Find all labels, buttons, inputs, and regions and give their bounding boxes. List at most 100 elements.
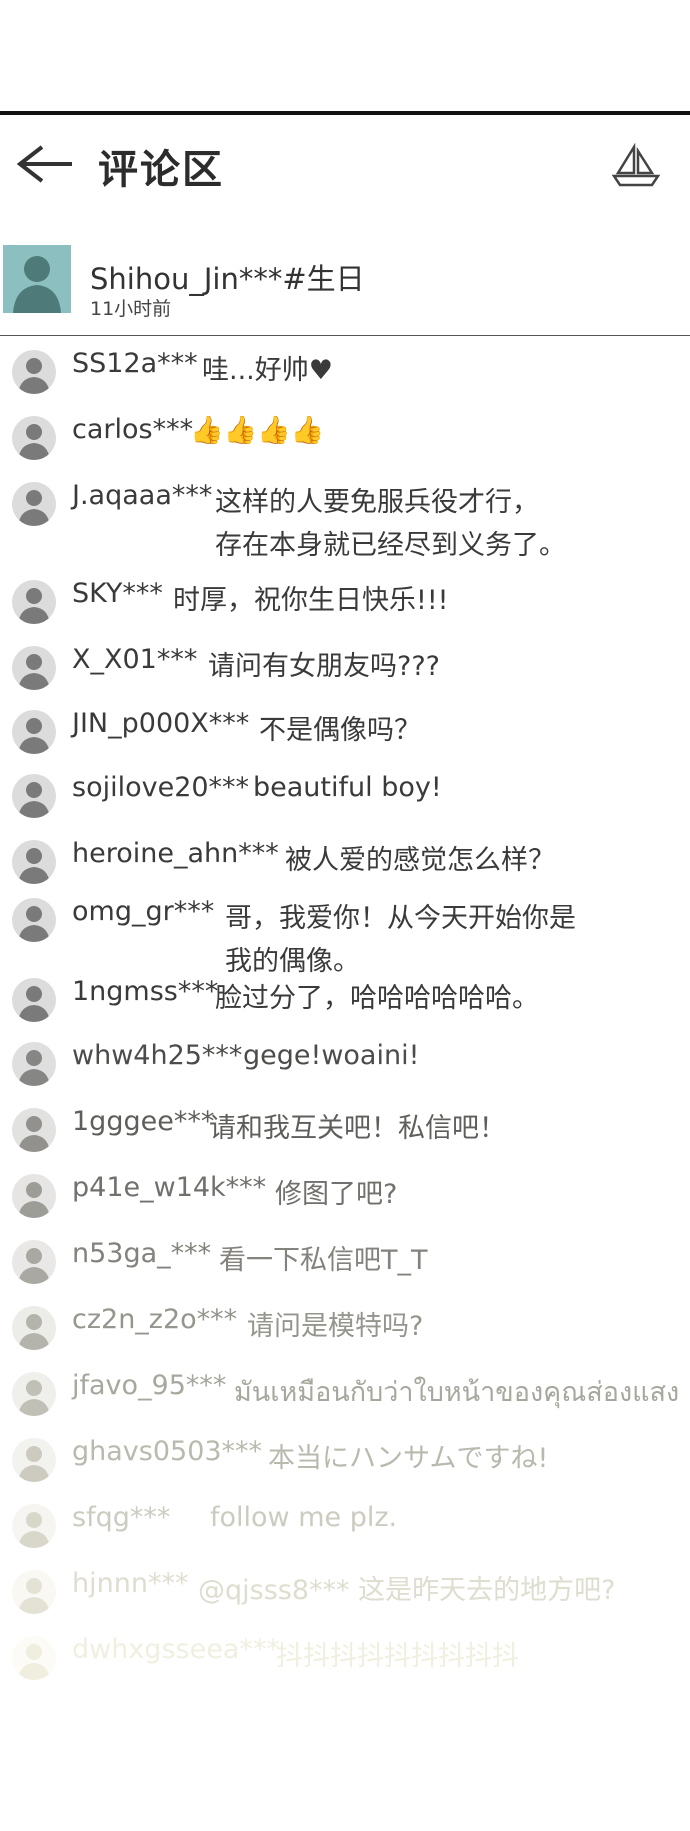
comment-text-line: 不是偶像吗？: [259, 715, 421, 746]
commenter-username[interactable]: J.aqaaa***: [72, 480, 212, 511]
comment-text-line: @qjsss8*** 这是昨天去的地方吧?: [198, 1575, 616, 1606]
comment-text: มันเหมือนกับว่าใบหน้าของคุณส่องแสง: [234, 1370, 679, 1413]
comment-text-line: 这样的人要免服兵役才行，: [215, 487, 539, 518]
commenter-username[interactable]: carlos***: [72, 414, 193, 445]
comment-text: 这样的人要免服兵役才行， 存在本身就已经尽到义务了。: [215, 480, 566, 562]
person-icon: [12, 1438, 56, 1482]
person-icon: [12, 1372, 56, 1416]
commenter-avatar[interactable]: [12, 840, 56, 884]
commenter-username[interactable]: sojilove20***: [72, 772, 249, 803]
commenter-username[interactable]: omg_gr***: [72, 896, 214, 927]
commenter-username[interactable]: p41e_w14k***: [72, 1172, 266, 1203]
comment-text-line: 我的偶像。: [225, 946, 360, 977]
comment-text-line: 抖抖抖抖抖抖抖抖抖: [276, 1641, 519, 1672]
page-title: 评论区: [98, 147, 224, 193]
person-icon: [12, 1504, 56, 1548]
commenter-username[interactable]: jfavo_95***: [72, 1370, 226, 1401]
post-timestamp: 11小时前: [90, 298, 172, 320]
commenter-avatar[interactable]: [12, 1570, 56, 1614]
comment-text: @qjsss8*** 这是昨天去的地方吧?: [198, 1568, 615, 1607]
arrow-left-icon[interactable]: [12, 139, 74, 189]
commenter-avatar[interactable]: [12, 1636, 56, 1680]
person-icon: [12, 774, 56, 818]
comment-text: 时厚，祝你生日快乐!!!: [173, 578, 448, 617]
person-icon: [12, 1174, 56, 1218]
commenter-avatar[interactable]: [12, 1372, 56, 1416]
comment-text-line: follow me plz.: [210, 1502, 398, 1533]
person-icon: [12, 350, 56, 394]
commenter-username[interactable]: dwhxgsseea***: [72, 1634, 280, 1665]
commenter-username[interactable]: 1gggee***: [72, 1106, 214, 1137]
comment-text-line: 时厚，祝你生日快乐!!!: [173, 585, 449, 616]
comment-text: 本当にハンサムですね!: [268, 1436, 548, 1475]
comment-text-line: 被人爱的感觉怎么样？: [285, 845, 555, 876]
commenter-username[interactable]: cz2n_z2o***: [72, 1304, 237, 1335]
commenter-username[interactable]: heroine_ahn***: [72, 838, 279, 869]
commenter-avatar[interactable]: [12, 416, 56, 460]
comment-text-line: มันเหมือนกับว่าใบหน้าของคุณส่องแสง: [234, 1377, 680, 1408]
commenter-username[interactable]: 1ngmss***: [72, 976, 218, 1007]
person-icon: [12, 482, 56, 526]
commenter-avatar[interactable]: [12, 1174, 56, 1218]
person-icon: [12, 1240, 56, 1284]
person-icon: [12, 978, 56, 1022]
commenter-username[interactable]: SS12a***: [72, 348, 198, 379]
comment-text-line: 存在本身就已经尽到义务了。: [215, 530, 566, 561]
commenter-avatar[interactable]: [12, 482, 56, 526]
comment-text-line: 修图了吧?: [275, 1179, 398, 1210]
comment-text-line: 请问是模特吗?: [247, 1311, 424, 1342]
person-icon: [12, 1570, 56, 1614]
commenter-avatar[interactable]: [12, 1240, 56, 1284]
person-icon: [12, 1636, 56, 1680]
comment-text: 看一下私信吧T_T: [219, 1238, 428, 1277]
comment-text-line: 请问有女朋友吗???: [208, 651, 440, 682]
commenter-avatar[interactable]: [12, 1504, 56, 1548]
comment-text: 修图了吧?: [275, 1172, 397, 1211]
sailboat-icon[interactable]: [612, 143, 660, 191]
commenter-avatar[interactable]: [12, 978, 56, 1022]
person-icon: [3, 245, 71, 313]
comment-text-line: 哥，我爱你！从今天开始你是: [225, 903, 576, 934]
commenter-username[interactable]: whw4h25***: [72, 1040, 242, 1071]
commenter-username[interactable]: n53ga_***: [72, 1238, 211, 1269]
commenter-avatar[interactable]: [12, 646, 56, 690]
person-icon: [12, 1306, 56, 1350]
comment-text-line: 看一下私信吧T_T: [219, 1245, 428, 1276]
commenter-username[interactable]: JIN_p000X***: [72, 708, 249, 739]
commenter-avatar[interactable]: [12, 898, 56, 942]
person-icon: [12, 710, 56, 754]
commenter-avatar[interactable]: [12, 1438, 56, 1482]
comment-text-line: gege!woaini!: [243, 1040, 420, 1071]
commenter-avatar[interactable]: [12, 350, 56, 394]
person-icon: [12, 1108, 56, 1152]
comment-text-line: beautiful boy!: [253, 772, 442, 803]
person-icon: [12, 898, 56, 942]
commenter-username[interactable]: sfqg***: [72, 1502, 170, 1533]
comment-text: gege!woaini!: [243, 1040, 419, 1071]
comment-text: 不是偶像吗？: [259, 708, 421, 747]
comment-text-line: 哇...好帅♥: [202, 355, 333, 386]
commenter-avatar[interactable]: [12, 1306, 56, 1350]
post-username[interactable]: Shihou_Jin***#生日: [90, 256, 365, 298]
commenter-avatar[interactable]: [12, 710, 56, 754]
commenter-username[interactable]: hjnnn***: [72, 1568, 188, 1599]
commenter-avatar[interactable]: [12, 1108, 56, 1152]
comment-text: 哥，我爱你！从今天开始你是 我的偶像。: [225, 896, 576, 978]
commenter-username[interactable]: SKY***: [72, 578, 163, 609]
comment-text: 哇...好帅♥: [202, 348, 333, 387]
person-icon: [12, 1042, 56, 1086]
comment-text: 抖抖抖抖抖抖抖抖抖: [276, 1634, 519, 1673]
commenter-avatar[interactable]: [12, 580, 56, 624]
commenter-username[interactable]: ghavs0503***: [72, 1436, 262, 1467]
comment-text: 请和我互关吧！私信吧！: [209, 1106, 506, 1145]
commenter-avatar[interactable]: [12, 774, 56, 818]
commenter-avatar[interactable]: [12, 1042, 56, 1086]
person-icon: [12, 580, 56, 624]
commenter-username[interactable]: X_X01***: [72, 644, 197, 675]
comment-text: follow me plz.: [210, 1502, 397, 1533]
comment-text: 脸过分了，哈哈哈哈哈哈。: [215, 976, 539, 1015]
comment-text: beautiful boy!: [253, 772, 442, 803]
person-icon: [12, 646, 56, 690]
comment-text-line: 本当にハンサムですね!: [268, 1443, 549, 1474]
post-avatar[interactable]: [3, 245, 71, 313]
